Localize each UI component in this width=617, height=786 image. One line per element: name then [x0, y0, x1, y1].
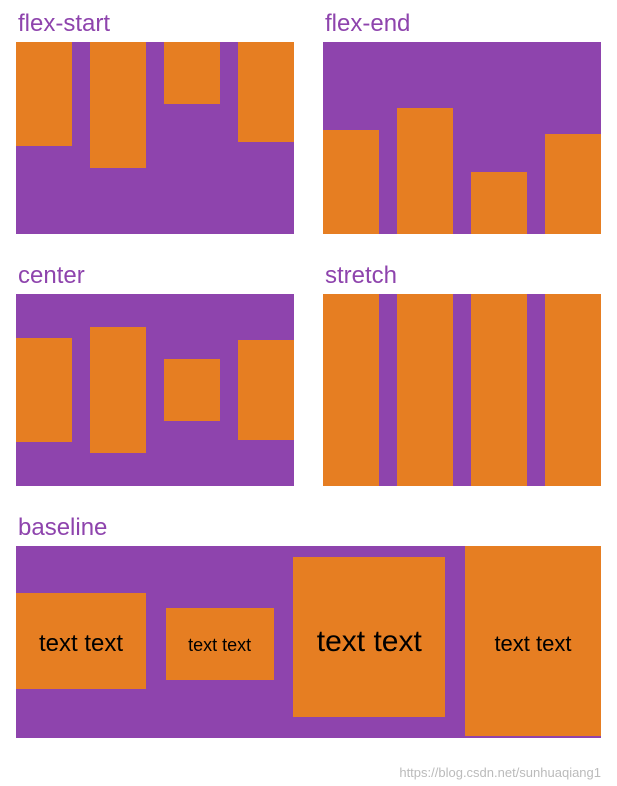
container-flex-end — [323, 42, 601, 234]
diagram-wrapper: flex-start flex-end center — [0, 0, 617, 738]
flex-item-baseline: text text — [166, 608, 274, 680]
container-baseline: text text text text text text text text — [16, 546, 601, 738]
container-center — [16, 294, 294, 486]
flex-item — [323, 294, 379, 486]
flex-item — [471, 172, 527, 234]
flex-item — [238, 340, 294, 440]
flex-item — [545, 294, 601, 486]
cell-flex-start: flex-start — [16, 10, 294, 234]
flex-item-baseline: text text — [293, 557, 445, 717]
baseline-text: text text — [494, 631, 571, 657]
container-flex-start — [16, 42, 294, 234]
flex-item — [397, 108, 453, 234]
flex-item — [16, 42, 72, 146]
flex-item — [90, 42, 146, 168]
cell-baseline: baseline text text text text text text t… — [16, 514, 601, 738]
label-flex-end: flex-end — [323, 10, 601, 38]
row-1: flex-start flex-end — [16, 10, 601, 234]
flex-item-baseline: text text — [16, 593, 146, 689]
label-flex-start: flex-start — [16, 10, 294, 38]
label-stretch: stretch — [323, 262, 601, 290]
flex-item — [16, 338, 72, 442]
cell-center: center — [16, 262, 294, 486]
container-stretch — [323, 294, 601, 486]
baseline-text: text text — [39, 630, 123, 658]
baseline-text: text text — [317, 625, 422, 659]
baseline-text: text text — [188, 635, 251, 656]
flex-item — [471, 294, 527, 486]
flex-item — [164, 359, 220, 421]
watermark: https://blog.csdn.net/sunhuaqiang1 — [399, 765, 601, 780]
flex-item — [164, 42, 220, 104]
flex-item — [238, 42, 294, 142]
cell-flex-end: flex-end — [323, 10, 601, 234]
flex-item — [545, 134, 601, 234]
row-3: baseline text text text text text text t… — [16, 514, 601, 738]
flex-item-baseline: text text — [465, 546, 601, 736]
flex-item — [323, 130, 379, 234]
row-2: center stretch — [16, 262, 601, 486]
cell-stretch: stretch — [323, 262, 601, 486]
flex-item — [90, 327, 146, 453]
flex-item — [397, 294, 453, 486]
label-baseline: baseline — [16, 514, 601, 542]
label-center: center — [16, 262, 294, 290]
